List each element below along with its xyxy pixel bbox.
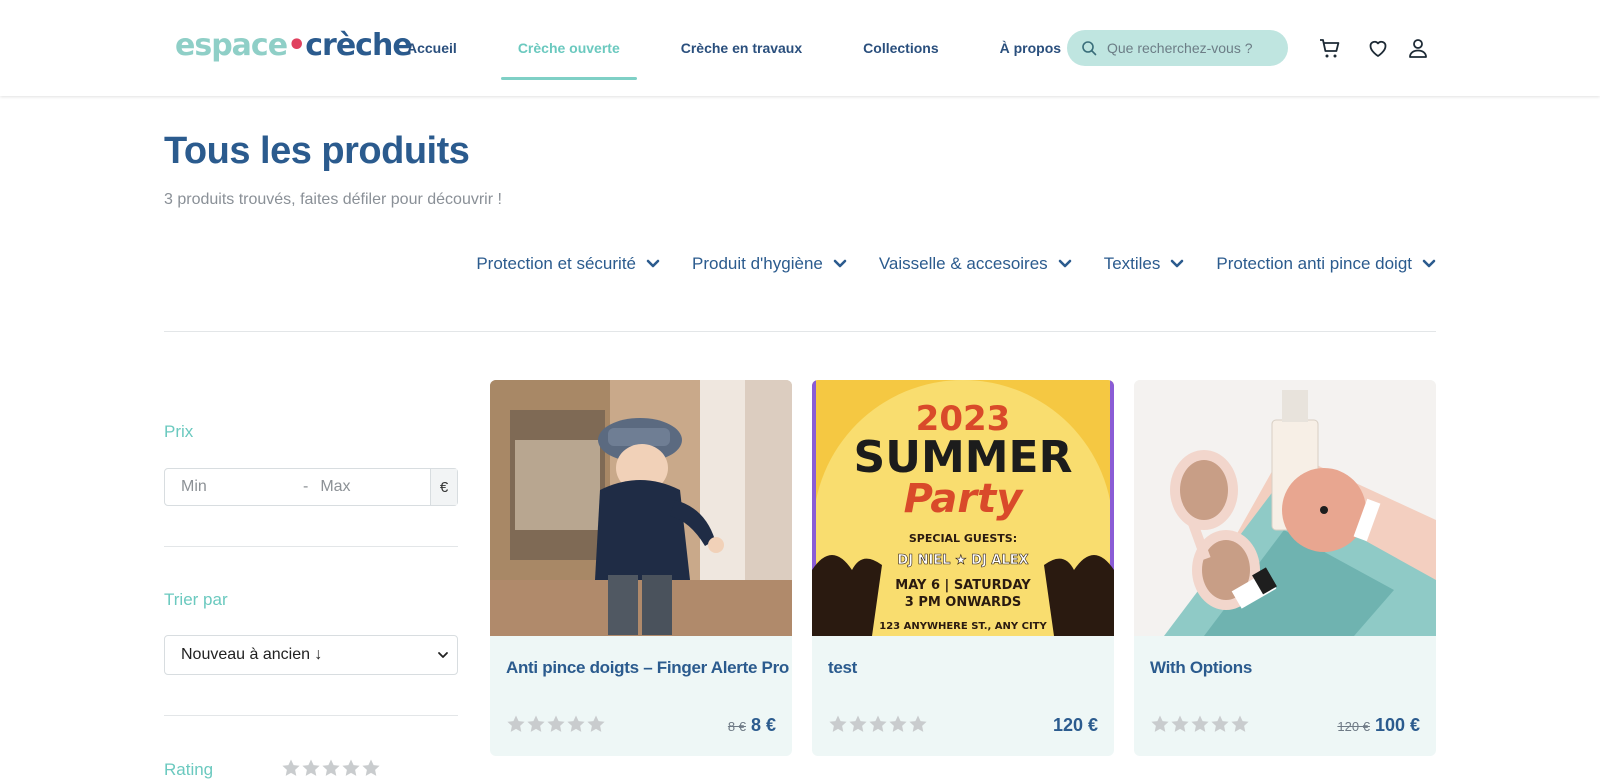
star-icon	[1231, 715, 1249, 732]
heart-icon[interactable]	[1366, 36, 1390, 60]
nav-item-creche-en-travaux[interactable]: Crèche en travaux	[664, 0, 819, 96]
price-max-input[interactable]	[320, 478, 431, 496]
poster-guests-label: SPECIAL GUESTS:	[909, 532, 1017, 545]
logo-dot: •	[287, 28, 306, 63]
star-icon	[567, 715, 585, 732]
category-label: Protection et sécurité	[476, 254, 637, 273]
category-protection-anti-pince-doigt[interactable]: Protection anti pince doigt	[1216, 254, 1436, 274]
product-image[interactable]	[1134, 380, 1436, 636]
product-rating	[828, 714, 928, 734]
star-icon[interactable]	[361, 758, 381, 778]
product-name[interactable]: Anti pince doigts – Finger Alerte Pro	[506, 658, 789, 678]
price-range-filter: - €	[164, 468, 458, 506]
sidebar-divider	[164, 715, 458, 716]
category-label: Vaisselle & accesoires	[878, 254, 1048, 273]
logo-part-espace: espace	[175, 28, 288, 63]
sidebar-divider	[164, 546, 458, 547]
product-rating	[1150, 714, 1250, 734]
price-range-separator: -	[303, 478, 309, 495]
price-filter-label: Prix	[164, 422, 194, 441]
category-textiles[interactable]: Textiles	[1104, 254, 1185, 274]
logo[interactable]: espace•crèche	[175, 28, 413, 63]
product-image[interactable]: 2023 SUMMER Party SPECIAL GUESTS: DJ NIE…	[812, 380, 1114, 636]
star-icon	[889, 715, 907, 732]
nav-item-a-propos[interactable]: À propos	[983, 0, 1078, 96]
results-count: 3 produits trouvés, faites défiler pour …	[164, 191, 502, 208]
rating-filter-stars[interactable]	[281, 758, 381, 778]
poster-address: 123 ANYWHERE ST., ANY CITY	[879, 621, 1047, 632]
category-filter-bar: Protection et sécurité Produit d'hygiène…	[444, 254, 1436, 274]
search-icon	[1082, 41, 1097, 56]
search-input[interactable]	[1107, 40, 1277, 56]
nav-item-creche-ouverte[interactable]: Crèche ouverte	[500, 0, 637, 96]
product-card[interactable]: Anti pince doigts – Finger Alerte Pro 8 …	[490, 380, 792, 756]
sort-label: Trier par	[164, 590, 228, 609]
current-price: 8 €	[750, 715, 776, 735]
chevron-down-icon	[833, 259, 847, 268]
current-price: 100 €	[1374, 715, 1420, 735]
poster-date: MAY 6 | SATURDAY	[895, 578, 1031, 593]
star-icon	[909, 715, 927, 732]
star-icon	[587, 715, 605, 732]
star-icon	[869, 715, 887, 732]
star-icon	[1191, 715, 1209, 732]
star-icon	[849, 715, 867, 732]
category-label: Produit d'hygiène	[692, 254, 823, 273]
chevron-down-icon	[646, 259, 660, 268]
old-price: 120 €	[1337, 719, 1370, 734]
product-price: 120 €	[1053, 715, 1098, 736]
star-icon	[1171, 715, 1189, 732]
star-icon[interactable]	[301, 758, 321, 778]
category-label: Textiles	[1103, 254, 1161, 273]
search-bar[interactable]	[1067, 30, 1288, 66]
rating-filter-label: Rating	[164, 760, 214, 779]
category-vaisselle-accesoires[interactable]: Vaisselle & accesoires	[879, 254, 1072, 274]
section-divider	[164, 331, 1436, 332]
currency-addon: €	[430, 469, 457, 505]
category-produit-hygiene[interactable]: Produit d'hygiène	[692, 254, 847, 274]
user-icon[interactable]	[1406, 36, 1430, 60]
chevron-down-icon	[1422, 259, 1436, 268]
category-label: Protection anti pince doigt	[1216, 254, 1412, 273]
chevron-down-icon	[1058, 259, 1071, 268]
page-title: Tous les produits	[164, 130, 470, 172]
star-icon[interactable]	[321, 758, 341, 778]
site-header: espace•crèche Accueil Crèche ouverte Crè…	[0, 0, 1600, 96]
main-nav: Accueil Crèche ouverte Crèche en travaux…	[390, 0, 1105, 96]
sort-select[interactable]: Nouveau à ancien ↓	[164, 635, 458, 675]
product-price: 8 € 8 €	[728, 715, 776, 736]
chevron-down-icon	[1171, 259, 1184, 268]
star-icon	[547, 715, 565, 732]
cart-icon[interactable]	[1318, 36, 1342, 60]
poster-guests: DJ NIEL ★ DJ ALEX	[897, 553, 1028, 568]
product-name[interactable]: test	[828, 658, 857, 678]
price-min-input[interactable]	[181, 478, 291, 496]
poster-time: 3 PM ONWARDS	[905, 595, 1021, 610]
product-name[interactable]: With Options	[1150, 658, 1252, 678]
product-card[interactable]: 2023 SUMMER Party SPECIAL GUESTS: DJ NIE…	[812, 380, 1114, 756]
product-price: 120 € 100 €	[1337, 715, 1420, 736]
old-price: 8 €	[727, 719, 746, 734]
star-icon	[1151, 715, 1169, 732]
category-protection-securite[interactable]: Protection et sécurité	[476, 254, 660, 274]
nav-item-accueil[interactable]: Accueil	[390, 0, 474, 96]
star-icon[interactable]	[281, 758, 301, 778]
star-icon[interactable]	[341, 758, 361, 778]
chevron-down-icon	[438, 652, 448, 658]
current-price: 120 €	[1052, 715, 1098, 735]
product-rating	[506, 714, 606, 734]
poster-title-line2: Party	[904, 476, 1025, 522]
sort-select-value: Nouveau à ancien ↓	[181, 646, 323, 663]
star-icon	[527, 715, 545, 732]
star-icon	[829, 715, 847, 732]
star-icon	[507, 715, 525, 732]
nav-item-collections[interactable]: Collections	[846, 0, 955, 96]
product-card[interactable]: With Options 120 € 100 €	[1134, 380, 1436, 756]
product-image[interactable]	[490, 380, 792, 636]
star-icon	[1211, 715, 1229, 732]
